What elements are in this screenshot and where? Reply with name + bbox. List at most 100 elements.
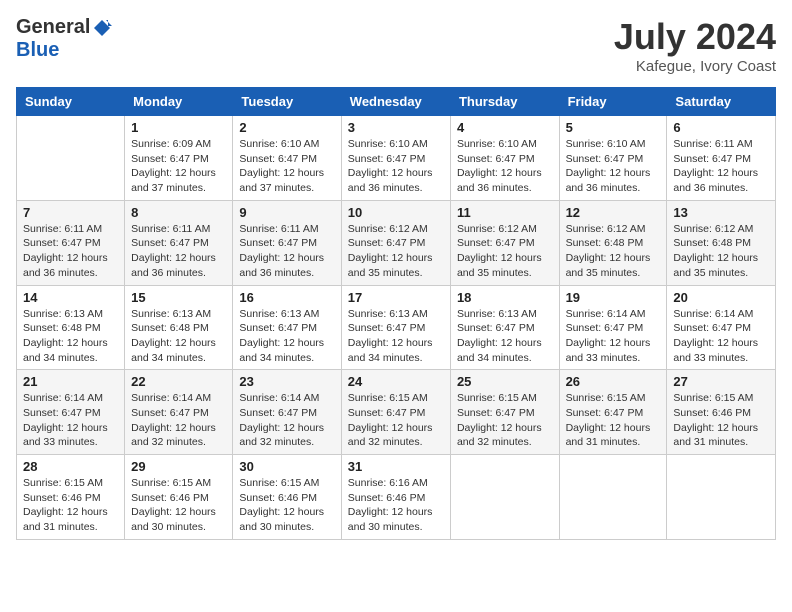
calendar-cell: 31Sunrise: 6:16 AM Sunset: 6:46 PM Dayli… bbox=[341, 455, 450, 540]
calendar-cell bbox=[667, 455, 776, 540]
day-info: Sunrise: 6:15 AM Sunset: 6:46 PM Dayligh… bbox=[673, 391, 769, 450]
day-info: Sunrise: 6:15 AM Sunset: 6:46 PM Dayligh… bbox=[131, 476, 226, 535]
day-number: 20 bbox=[673, 290, 769, 305]
calendar-cell: 4 Sunrise: 6:10 AM Sunset: 6:47 PM Daylig… bbox=[450, 116, 559, 201]
calendar-header-thursday: Thursday bbox=[450, 88, 559, 116]
calendar-cell: 26 Sunrise: 6:15 AM Sunset: 6:47 PM Dayli… bbox=[559, 370, 667, 455]
day-number: 4 bbox=[457, 120, 553, 135]
calendar-table: SundayMondayTuesdayWednesdayThursdayFrid… bbox=[16, 87, 776, 540]
calendar-cell: 11 Sunrise: 6:12 AM Sunset: 6:47 PM Dayli… bbox=[450, 200, 559, 285]
calendar-cell: 19Sunrise: 6:14 AM Sunset: 6:47 PM Dayli… bbox=[559, 285, 667, 370]
calendar-header-wednesday: Wednesday bbox=[341, 88, 450, 116]
day-number: 26 bbox=[566, 374, 661, 389]
day-info: Sunrise: 6:14 AM Sunset: 6:47 PM Dayligh… bbox=[673, 307, 769, 366]
day-number: 11 bbox=[457, 205, 553, 220]
day-number: 17 bbox=[348, 290, 444, 305]
calendar-header-row: SundayMondayTuesdayWednesdayThursdayFrid… bbox=[17, 88, 776, 116]
day-info: Sunrise: 6:10 AM Sunset: 6:47 PM Dayligh… bbox=[348, 137, 444, 196]
calendar-header-tuesday: Tuesday bbox=[233, 88, 341, 116]
day-number: 30 bbox=[239, 459, 334, 474]
calendar-week-row: 14 Sunrise: 6:13 AM Sunset: 6:48 PM Dayli… bbox=[17, 285, 776, 370]
day-info: Sunrise: 6:15 AM Sunset: 6:47 PM Dayligh… bbox=[566, 391, 661, 450]
calendar-week-row: 21 Sunrise: 6:14 AM Sunset: 6:47 PM Dayli… bbox=[17, 370, 776, 455]
day-info: Sunrise: 6:15 AM Sunset: 6:46 PM Dayligh… bbox=[239, 476, 334, 535]
calendar-cell: 13 Sunrise: 6:12 AM Sunset: 6:48 PM Dayli… bbox=[667, 200, 776, 285]
day-info: Sunrise: 6:13 AM Sunset: 6:48 PM Dayligh… bbox=[131, 307, 226, 366]
calendar-cell: 27Sunrise: 6:15 AM Sunset: 6:46 PM Dayli… bbox=[667, 370, 776, 455]
day-info: Sunrise: 6:14 AM Sunset: 6:47 PM Dayligh… bbox=[131, 391, 226, 450]
day-info: Sunrise: 6:14 AM Sunset: 6:47 PM Dayligh… bbox=[239, 391, 334, 450]
calendar-cell bbox=[17, 116, 125, 201]
day-info: Sunrise: 6:12 AM Sunset: 6:47 PM Dayligh… bbox=[348, 222, 444, 281]
calendar-cell: 30 Sunrise: 6:15 AM Sunset: 6:46 PM Dayli… bbox=[233, 455, 341, 540]
day-number: 23 bbox=[239, 374, 334, 389]
day-number: 10 bbox=[348, 205, 444, 220]
day-number: 21 bbox=[23, 374, 118, 389]
calendar-cell: 7 Sunrise: 6:11 AM Sunset: 6:47 PM Daylig… bbox=[17, 200, 125, 285]
calendar-week-row: 28 Sunrise: 6:15 AM Sunset: 6:46 PM Dayli… bbox=[17, 455, 776, 540]
calendar-cell: 20 Sunrise: 6:14 AM Sunset: 6:47 PM Dayli… bbox=[667, 285, 776, 370]
month-title: July 2024 bbox=[614, 16, 776, 58]
day-number: 15 bbox=[131, 290, 226, 305]
calendar-week-row: 7 Sunrise: 6:11 AM Sunset: 6:47 PM Daylig… bbox=[17, 200, 776, 285]
logo: General Blue bbox=[16, 16, 112, 62]
calendar-cell: 21 Sunrise: 6:14 AM Sunset: 6:47 PM Dayli… bbox=[17, 370, 125, 455]
day-number: 3 bbox=[348, 120, 444, 135]
day-info: Sunrise: 6:11 AM Sunset: 6:47 PM Dayligh… bbox=[23, 222, 118, 281]
day-info: Sunrise: 6:15 AM Sunset: 6:47 PM Dayligh… bbox=[457, 391, 553, 450]
day-number: 8 bbox=[131, 205, 226, 220]
calendar-cell: 3 Sunrise: 6:10 AM Sunset: 6:47 PM Daylig… bbox=[341, 116, 450, 201]
day-info: Sunrise: 6:10 AM Sunset: 6:47 PM Dayligh… bbox=[457, 137, 553, 196]
day-number: 2 bbox=[239, 120, 334, 135]
day-number: 5 bbox=[566, 120, 661, 135]
day-info: Sunrise: 6:13 AM Sunset: 6:48 PM Dayligh… bbox=[23, 307, 118, 366]
day-info: Sunrise: 6:15 AM Sunset: 6:46 PM Dayligh… bbox=[23, 476, 118, 535]
day-info: Sunrise: 6:15 AM Sunset: 6:47 PM Dayligh… bbox=[348, 391, 444, 450]
day-info: Sunrise: 6:12 AM Sunset: 6:48 PM Dayligh… bbox=[673, 222, 769, 281]
day-info: Sunrise: 6:10 AM Sunset: 6:47 PM Dayligh… bbox=[239, 137, 334, 196]
calendar-cell: 12 Sunrise: 6:12 AM Sunset: 6:48 PM Dayli… bbox=[559, 200, 667, 285]
calendar-cell: 9 Sunrise: 6:11 AM Sunset: 6:47 PM Daylig… bbox=[233, 200, 341, 285]
calendar-cell: 6Sunrise: 6:11 AM Sunset: 6:47 PM Daylig… bbox=[667, 116, 776, 201]
calendar-cell: 23 Sunrise: 6:14 AM Sunset: 6:47 PM Dayli… bbox=[233, 370, 341, 455]
day-number: 29 bbox=[131, 459, 226, 474]
day-number: 7 bbox=[23, 205, 118, 220]
calendar-cell: 28 Sunrise: 6:15 AM Sunset: 6:46 PM Dayli… bbox=[17, 455, 125, 540]
calendar-cell: 18Sunrise: 6:13 AM Sunset: 6:47 PM Dayli… bbox=[450, 285, 559, 370]
day-info: Sunrise: 6:10 AM Sunset: 6:47 PM Dayligh… bbox=[566, 137, 661, 196]
day-number: 25 bbox=[457, 374, 553, 389]
calendar-header-saturday: Saturday bbox=[667, 88, 776, 116]
day-number: 13 bbox=[673, 205, 769, 220]
calendar-cell: 15 Sunrise: 6:13 AM Sunset: 6:48 PM Dayli… bbox=[125, 285, 233, 370]
calendar-cell: 2 Sunrise: 6:10 AM Sunset: 6:47 PM Daylig… bbox=[233, 116, 341, 201]
calendar-cell: 17Sunrise: 6:13 AM Sunset: 6:47 PM Dayli… bbox=[341, 285, 450, 370]
calendar-header-friday: Friday bbox=[559, 88, 667, 116]
calendar-header-sunday: Sunday bbox=[17, 88, 125, 116]
day-info: Sunrise: 6:12 AM Sunset: 6:48 PM Dayligh… bbox=[566, 222, 661, 281]
title-block: July 2024 Kafegue, Ivory Coast bbox=[614, 16, 776, 75]
calendar-cell: 14 Sunrise: 6:13 AM Sunset: 6:48 PM Dayli… bbox=[17, 285, 125, 370]
calendar-cell: 1Sunrise: 6:09 AM Sunset: 6:47 PM Daylig… bbox=[125, 116, 233, 201]
day-info: Sunrise: 6:14 AM Sunset: 6:47 PM Dayligh… bbox=[23, 391, 118, 450]
calendar-cell: 8Sunrise: 6:11 AM Sunset: 6:47 PM Daylig… bbox=[125, 200, 233, 285]
day-number: 28 bbox=[23, 459, 118, 474]
day-number: 24 bbox=[348, 374, 444, 389]
page-header: General Blue July 2024 Kafegue, Ivory Co… bbox=[16, 16, 776, 75]
day-info: Sunrise: 6:13 AM Sunset: 6:47 PM Dayligh… bbox=[457, 307, 553, 366]
calendar-cell bbox=[559, 455, 667, 540]
day-number: 14 bbox=[23, 290, 118, 305]
day-number: 22 bbox=[131, 374, 226, 389]
day-info: Sunrise: 6:11 AM Sunset: 6:47 PM Dayligh… bbox=[239, 222, 334, 281]
day-info: Sunrise: 6:12 AM Sunset: 6:47 PM Dayligh… bbox=[457, 222, 553, 281]
day-info: Sunrise: 6:16 AM Sunset: 6:46 PM Dayligh… bbox=[348, 476, 444, 535]
calendar-header-monday: Monday bbox=[125, 88, 233, 116]
day-number: 19 bbox=[566, 290, 661, 305]
day-number: 9 bbox=[239, 205, 334, 220]
calendar-cell bbox=[450, 455, 559, 540]
calendar-cell: 22 Sunrise: 6:14 AM Sunset: 6:47 PM Dayli… bbox=[125, 370, 233, 455]
day-info: Sunrise: 6:11 AM Sunset: 6:47 PM Dayligh… bbox=[673, 137, 769, 196]
calendar-cell: 29 Sunrise: 6:15 AM Sunset: 6:46 PM Dayli… bbox=[125, 455, 233, 540]
day-info: Sunrise: 6:13 AM Sunset: 6:47 PM Dayligh… bbox=[239, 307, 334, 366]
day-number: 1 bbox=[131, 120, 226, 135]
day-number: 12 bbox=[566, 205, 661, 220]
